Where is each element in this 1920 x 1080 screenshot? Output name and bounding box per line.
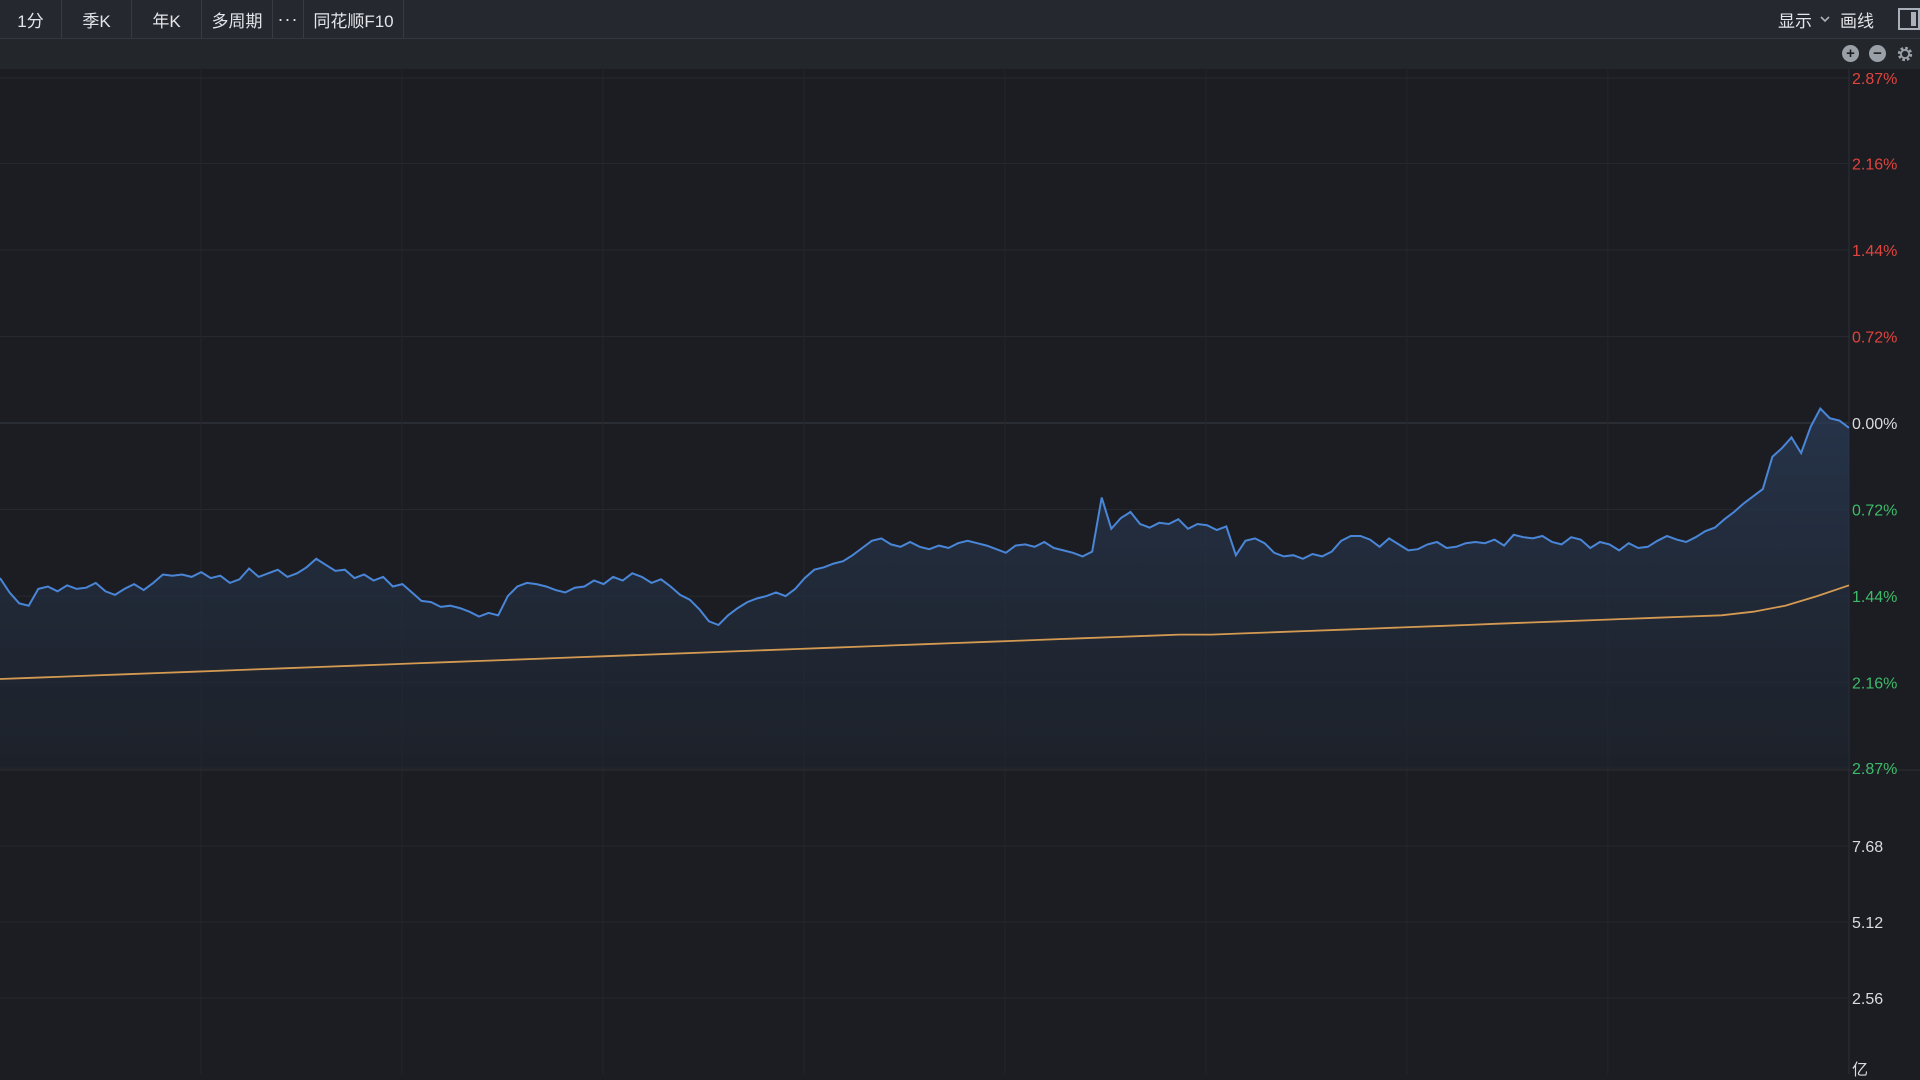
- y-axis-label: 0.72%: [1852, 329, 1897, 346]
- y-axis-label: 2.87%: [1852, 71, 1897, 88]
- y-axis-label: 2.16%: [1852, 676, 1897, 693]
- volume-unit-label: 亿: [1852, 1061, 1868, 1079]
- y-axis-label: 0.72%: [1852, 503, 1897, 520]
- intraday-chart[interactable]: 2.87% 2.16% 1.44% 0.72% 0.00% 0.72% 1.44% 2.16%…: [0, 0, 1920, 1080]
- volume-axis-labels: 7.68 5.12 2.56 亿: [1852, 839, 1883, 1079]
- y-axis-label: 1.44%: [1852, 589, 1897, 606]
- y-axis-label: 0.00%: [1852, 416, 1897, 433]
- y-axis-label: 1.44%: [1852, 243, 1897, 260]
- price-area-fill: [0, 408, 1849, 768]
- y-axis-label: 2.16%: [1852, 156, 1897, 173]
- y-axis-labels: 2.87% 2.16% 1.44% 0.72% 0.00% 0.72% 1.44% 2.16%…: [1852, 71, 1897, 778]
- y-axis-label: 2.87%: [1852, 761, 1897, 778]
- volume-axis-label: 7.68: [1852, 839, 1883, 856]
- volume-axis-label: 2.56: [1852, 991, 1883, 1008]
- price-area: [0, 408, 1849, 768]
- volume-axis-label: 5.12: [1852, 915, 1883, 932]
